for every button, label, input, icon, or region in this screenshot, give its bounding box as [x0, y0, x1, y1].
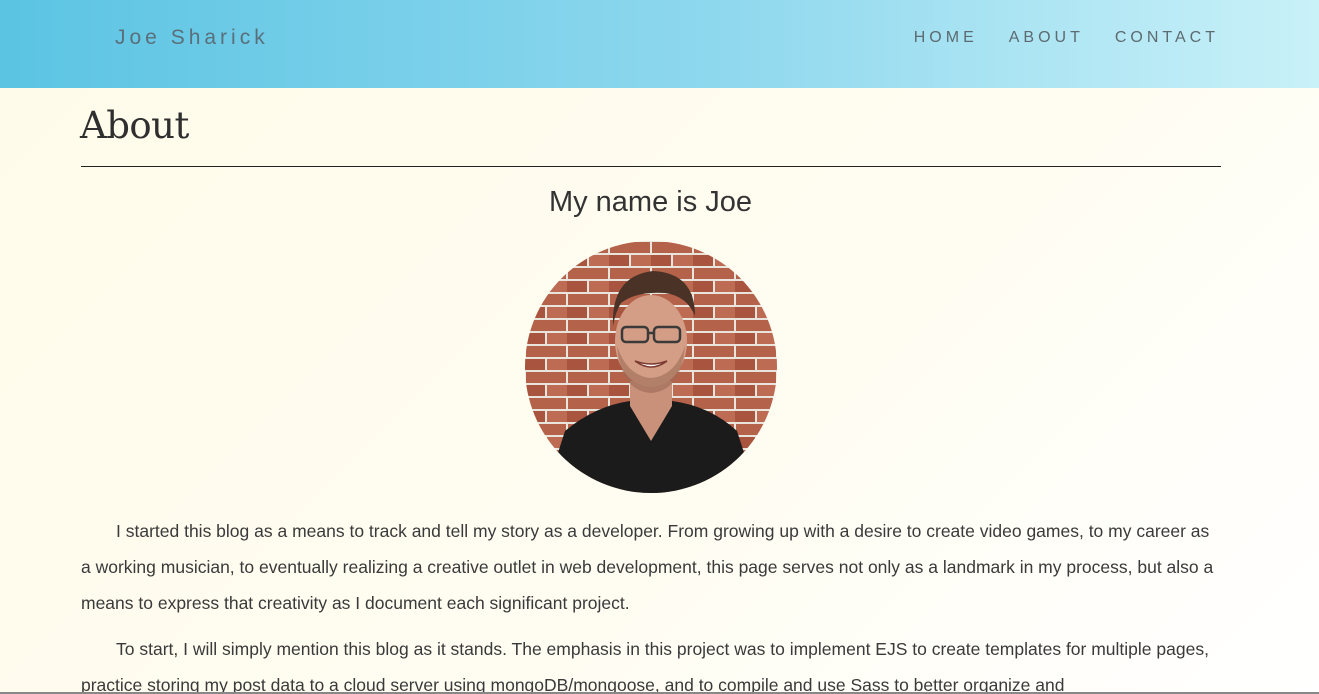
page-title: About	[80, 104, 189, 147]
about-paragraph: I started this blog as a means to track …	[81, 521, 1214, 613]
nav-link-home[interactable]: HOME	[914, 29, 978, 47]
nav-link-contact[interactable]: CONTACT	[1115, 29, 1219, 47]
intro-heading: My name is Joe	[548, 186, 753, 218]
nav-link-about[interactable]: ABOUT	[1009, 29, 1084, 47]
about-paragraph: To start, I will simply mention this blo…	[81, 639, 1209, 694]
title-divider	[81, 166, 1221, 167]
profile-photo	[525, 241, 777, 493]
navbar: Joe Sharick HOME ABOUT CONTACT	[0, 0, 1319, 88]
about-content: I started this blog as a means to track …	[81, 513, 1221, 694]
avatar	[525, 241, 777, 493]
nav-menu: HOME ABOUT CONTACT	[914, 29, 1219, 47]
brand-link[interactable]: Joe Sharick	[115, 26, 269, 50]
